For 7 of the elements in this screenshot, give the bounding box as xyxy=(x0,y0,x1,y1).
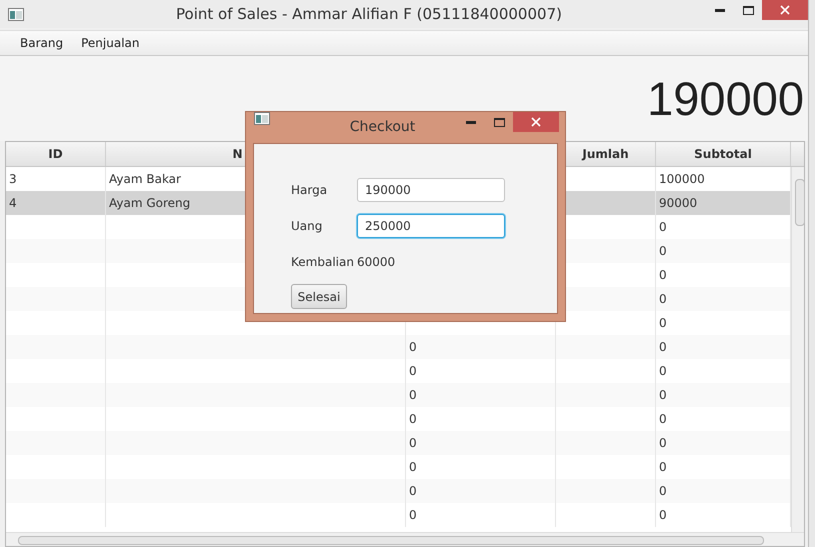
field-label: Uang xyxy=(291,219,324,233)
change-value: 60000 xyxy=(357,255,396,269)
total-amount: 190000 xyxy=(647,71,804,126)
window-title: Point of Sales - Ammar Alifian F (05111840000007) xyxy=(175,5,563,23)
field-label: Kembalian xyxy=(291,255,355,269)
table-cell: 0 xyxy=(406,503,556,527)
dialog-title: Checkout xyxy=(348,119,416,135)
